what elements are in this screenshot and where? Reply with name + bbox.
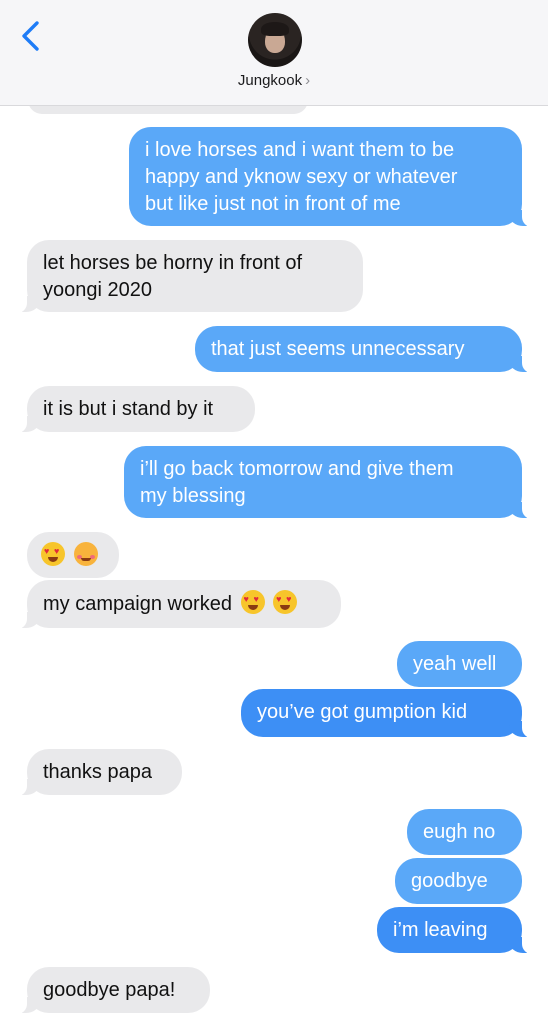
message-line: i’ll go back tomorrow and give them xyxy=(140,458,454,480)
conversation-header: Jungkook › xyxy=(0,0,548,106)
message-line: yeah well xyxy=(413,653,497,675)
message-outgoing[interactable]: i’ll go back tomorrow and give them my b… xyxy=(124,446,532,519)
contact-avatar[interactable] xyxy=(248,13,302,67)
heart-eyes-emoji-icon: ♥ ♥ xyxy=(273,590,298,614)
contact-name-row[interactable]: Jungkook › xyxy=(0,72,548,89)
message-outgoing[interactable]: goodbye xyxy=(395,858,522,904)
message-incoming[interactable]: it is but i stand by it xyxy=(17,386,255,433)
message-outgoing[interactable]: yeah well xyxy=(397,641,522,687)
chevron-right-icon: › xyxy=(305,72,311,89)
message-line: eugh no xyxy=(423,821,496,843)
message-line: goodbye papa! xyxy=(43,979,176,1001)
message-outgoing[interactable]: you’ve got gumption kid xyxy=(241,689,532,738)
avatar-hair xyxy=(261,22,289,36)
message-line: you’ve got gumption kid xyxy=(257,701,468,723)
message-outgoing[interactable]: eugh no xyxy=(407,809,522,855)
message-outgoing[interactable]: that just seems unnecessary xyxy=(195,326,532,373)
message-incoming[interactable]: my campaign worked ♥ ♥ ♥ ♥ xyxy=(17,580,341,629)
message-line: my blessing xyxy=(140,485,246,507)
message-outgoing[interactable]: i love horses and i want them to be happ… xyxy=(129,127,532,227)
message-line: my campaign worked xyxy=(43,593,232,615)
message-line: yoongi 2020 xyxy=(43,279,152,301)
message-incoming[interactable]: goodbye papa! xyxy=(17,967,210,1014)
message-thread: i love horses and i want them to be happ… xyxy=(0,0,548,1024)
message-line: happy and yknow sexy or whatever xyxy=(145,166,458,188)
message-outgoing[interactable]: i’m leaving xyxy=(377,907,532,954)
heart-eyes-emoji-icon: ♥ ♥ xyxy=(240,590,265,614)
message-incoming[interactable]: ♥ ♥ xyxy=(27,532,119,578)
message-line: that just seems unnecessary xyxy=(211,338,465,360)
message-line: i’m leaving xyxy=(393,919,488,941)
message-line: goodbye xyxy=(411,870,488,892)
message-line: thanks papa xyxy=(43,761,152,783)
chevron-left-icon xyxy=(22,21,39,51)
heart-eyes-emoji-icon: ♥ ♥ xyxy=(41,542,65,566)
message-incoming[interactable]: thanks papa xyxy=(17,749,182,796)
back-button[interactable] xyxy=(14,18,50,54)
smiling-face-with-hearts-emoji-icon xyxy=(73,542,98,566)
message-line: i love horses and i want them to be xyxy=(145,139,455,161)
message-line: but like just not in front of me xyxy=(145,193,401,215)
message-line: it is but i stand by it xyxy=(43,398,214,420)
message-incoming[interactable]: let horses be horny in front of yoongi 2… xyxy=(17,240,363,313)
contact-name: Jungkook xyxy=(237,72,303,89)
message-line: let horses be horny in front of xyxy=(43,252,303,274)
